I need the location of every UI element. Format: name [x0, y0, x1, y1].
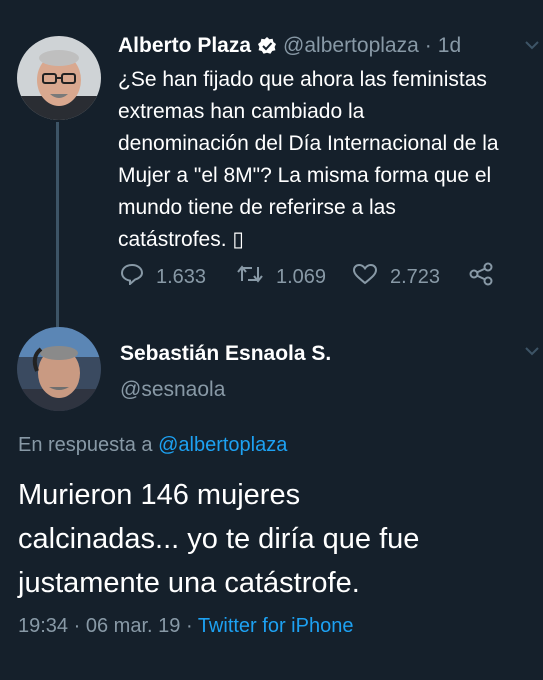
reply-text-line: calcinadas... yo te diría que fue: [18, 523, 420, 555]
meta-dot: ·: [185, 615, 193, 637]
action-bar: 1.633 1.069 2.723: [120, 262, 506, 292]
reply-text: Murieron 146 mujeres calcinadas... yo te…: [18, 473, 538, 605]
tweet-time: 19:34: [18, 615, 69, 637]
retweet-icon: [236, 263, 276, 291]
retweet-count: 1.069: [276, 265, 327, 288]
retweet-action[interactable]: 1.069: [236, 263, 352, 291]
chevron-down-icon[interactable]: [524, 38, 540, 56]
tweet-text-line: mundo tiene de referirse a las: [118, 196, 396, 219]
thread-line: [56, 122, 59, 332]
reply-count: 1.633: [156, 265, 207, 288]
tweet-header: Alberto Plaza @albertoplaza · 1d: [118, 34, 461, 58]
share-action[interactable]: [468, 262, 506, 292]
in-reply-prefix: En respuesta a: [18, 434, 153, 456]
tweet-text-line: ¿Se han fijado que ahora las feministas: [118, 68, 487, 91]
share-icon: [468, 262, 506, 292]
reply-action[interactable]: 1.633: [120, 263, 236, 291]
verified-badge-icon: [257, 36, 277, 56]
tweet-text-line: extremas han cambiado la: [118, 100, 365, 123]
author-handle[interactable]: @albertoplaza: [283, 34, 419, 58]
tweet-text-line: catástrofes. ▯: [118, 228, 244, 251]
tweet-text-line: denominación del Día Internacional de la: [118, 132, 499, 155]
tweet-meta: 19:34 · 06 mar. 19 · Twitter for iPhone: [18, 615, 353, 638]
like-icon: [352, 263, 390, 291]
tweet-text-line: Mujer a "el 8M"? La misma forma que el: [118, 164, 492, 187]
avatar-sebastian-esnaola[interactable]: [17, 327, 101, 411]
tweet-date: 06 mar. 19: [85, 615, 181, 637]
avatar-alberto-plaza[interactable]: [17, 36, 101, 120]
reply-author-handle[interactable]: @sesnaola: [120, 378, 225, 402]
reply-author-name[interactable]: Sebastián Esnaola S.: [120, 342, 331, 366]
in-reply-handle-link[interactable]: @albertoplaza: [158, 434, 287, 456]
like-count: 2.723: [390, 265, 441, 288]
reply-icon: [120, 263, 156, 291]
tweet-client-link[interactable]: Twitter for iPhone: [198, 615, 354, 637]
meta-dot: ·: [73, 615, 81, 637]
tweet-text: ¿Se han fijado que ahora las feministas …: [118, 64, 540, 256]
tweet-age[interactable]: 1d: [438, 34, 461, 58]
author-name[interactable]: Alberto Plaza: [118, 34, 251, 58]
in-reply-to: En respuesta a @albertoplaza: [18, 434, 287, 457]
like-action[interactable]: 2.723: [352, 263, 468, 291]
reply-text-line: justamente una catástrofe.: [18, 567, 360, 599]
separator-dot: ·: [424, 34, 432, 57]
chevron-down-icon[interactable]: [524, 344, 540, 362]
reply-text-line: Murieron 146 mujeres: [18, 479, 301, 511]
